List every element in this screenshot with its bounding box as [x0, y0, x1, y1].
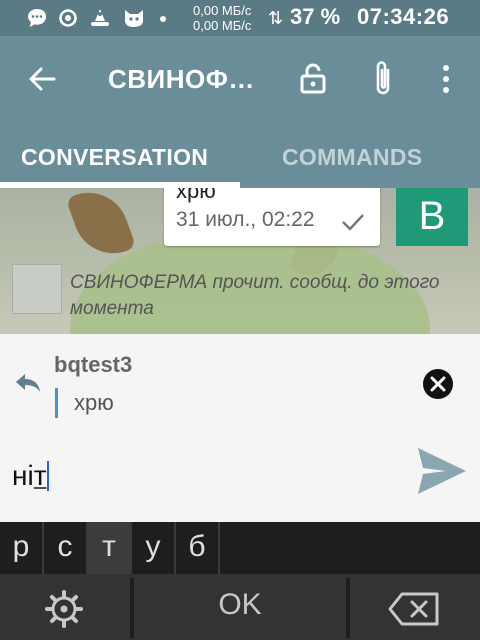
reply-icon — [16, 374, 40, 392]
notification-icons — [26, 7, 170, 29]
app-bar: СВИНОФ… — [0, 36, 480, 122]
chat-icon — [28, 9, 46, 27]
read-receipt-text: СВИНОФЕРМА прочит. сообщ. до этого момен… — [70, 272, 440, 319]
cone-icon — [91, 9, 109, 26]
chat-title[interactable]: СВИНОФ… — [108, 64, 255, 95]
input-composing-text: т — [33, 460, 47, 491]
avatar[interactable]: B — [396, 188, 468, 246]
suggestion-key[interactable]: р — [0, 522, 42, 574]
background-ear-shape — [65, 188, 137, 265]
chat-area[interactable]: хрю 31 июл., 02:22 B СВИНОФЕРМА прочит. … — [0, 188, 480, 334]
message-bubble[interactable]: хрю 31 июл., 02:22 — [164, 188, 380, 246]
network-down: 0,00 МБ/с — [193, 18, 252, 33]
reply-preview: bqtest3 хрю — [0, 334, 480, 430]
gear-icon[interactable] — [44, 589, 84, 629]
reply-text: хрю — [74, 390, 114, 415]
input-text-prefix: ні — [12, 460, 34, 491]
battery-level: 37 % — [290, 4, 341, 29]
suggestion-key[interactable]: с — [44, 522, 86, 574]
read-receipt-avatar — [12, 264, 62, 314]
status-bar: 0,00 МБ/с 0,00 МБ/с ⇅ 37 % 07:34:26 — [0, 0, 480, 36]
more-vert-icon[interactable] — [440, 64, 452, 94]
cat-icon — [125, 10, 143, 27]
paperclip-icon[interactable] — [370, 58, 396, 98]
dot-icon — [160, 16, 166, 22]
back-arrow-icon[interactable] — [28, 66, 56, 92]
suggestion-key-active[interactable]: т — [88, 522, 130, 574]
key-divider — [346, 578, 350, 638]
network-speed: 0,00 МБ/с 0,00 МБ/с — [193, 3, 251, 33]
tab-bar: CONVERSATION COMMANDS — [0, 122, 480, 188]
keyboard-suggestions: р с т у б — [0, 522, 480, 574]
message-input[interactable]: ніт — [12, 460, 49, 492]
clock: 07:34:26 — [357, 4, 450, 29]
tab-conversation[interactable]: CONVERSATION — [21, 144, 208, 171]
network-up: 0,00 МБ/с — [193, 3, 252, 18]
send-icon[interactable] — [416, 446, 468, 496]
circle-dot-icon — [59, 9, 77, 27]
lock-icon[interactable] — [300, 62, 326, 94]
close-icon[interactable] — [422, 368, 454, 400]
message-composer: ніт — [0, 430, 480, 522]
check-icon — [342, 214, 364, 231]
reply-author: bqtest3 — [54, 352, 133, 377]
reply-quote-bar — [55, 388, 58, 418]
suggestion-key[interactable]: б — [176, 522, 218, 574]
message-time: 31 июл., 02:22 — [176, 208, 315, 231]
backspace-icon[interactable] — [388, 592, 440, 626]
ok-key[interactable]: OK — [180, 588, 300, 622]
message-text: хрю — [176, 188, 216, 203]
tab-commands[interactable]: COMMANDS — [282, 144, 422, 171]
text-caret — [46, 461, 49, 491]
key-divider — [218, 522, 220, 574]
key-divider — [130, 578, 134, 638]
keyboard-bottom-row: OK — [0, 574, 480, 640]
suggestion-key[interactable]: у — [132, 522, 174, 574]
data-arrows-icon: ⇅ — [268, 8, 284, 28]
